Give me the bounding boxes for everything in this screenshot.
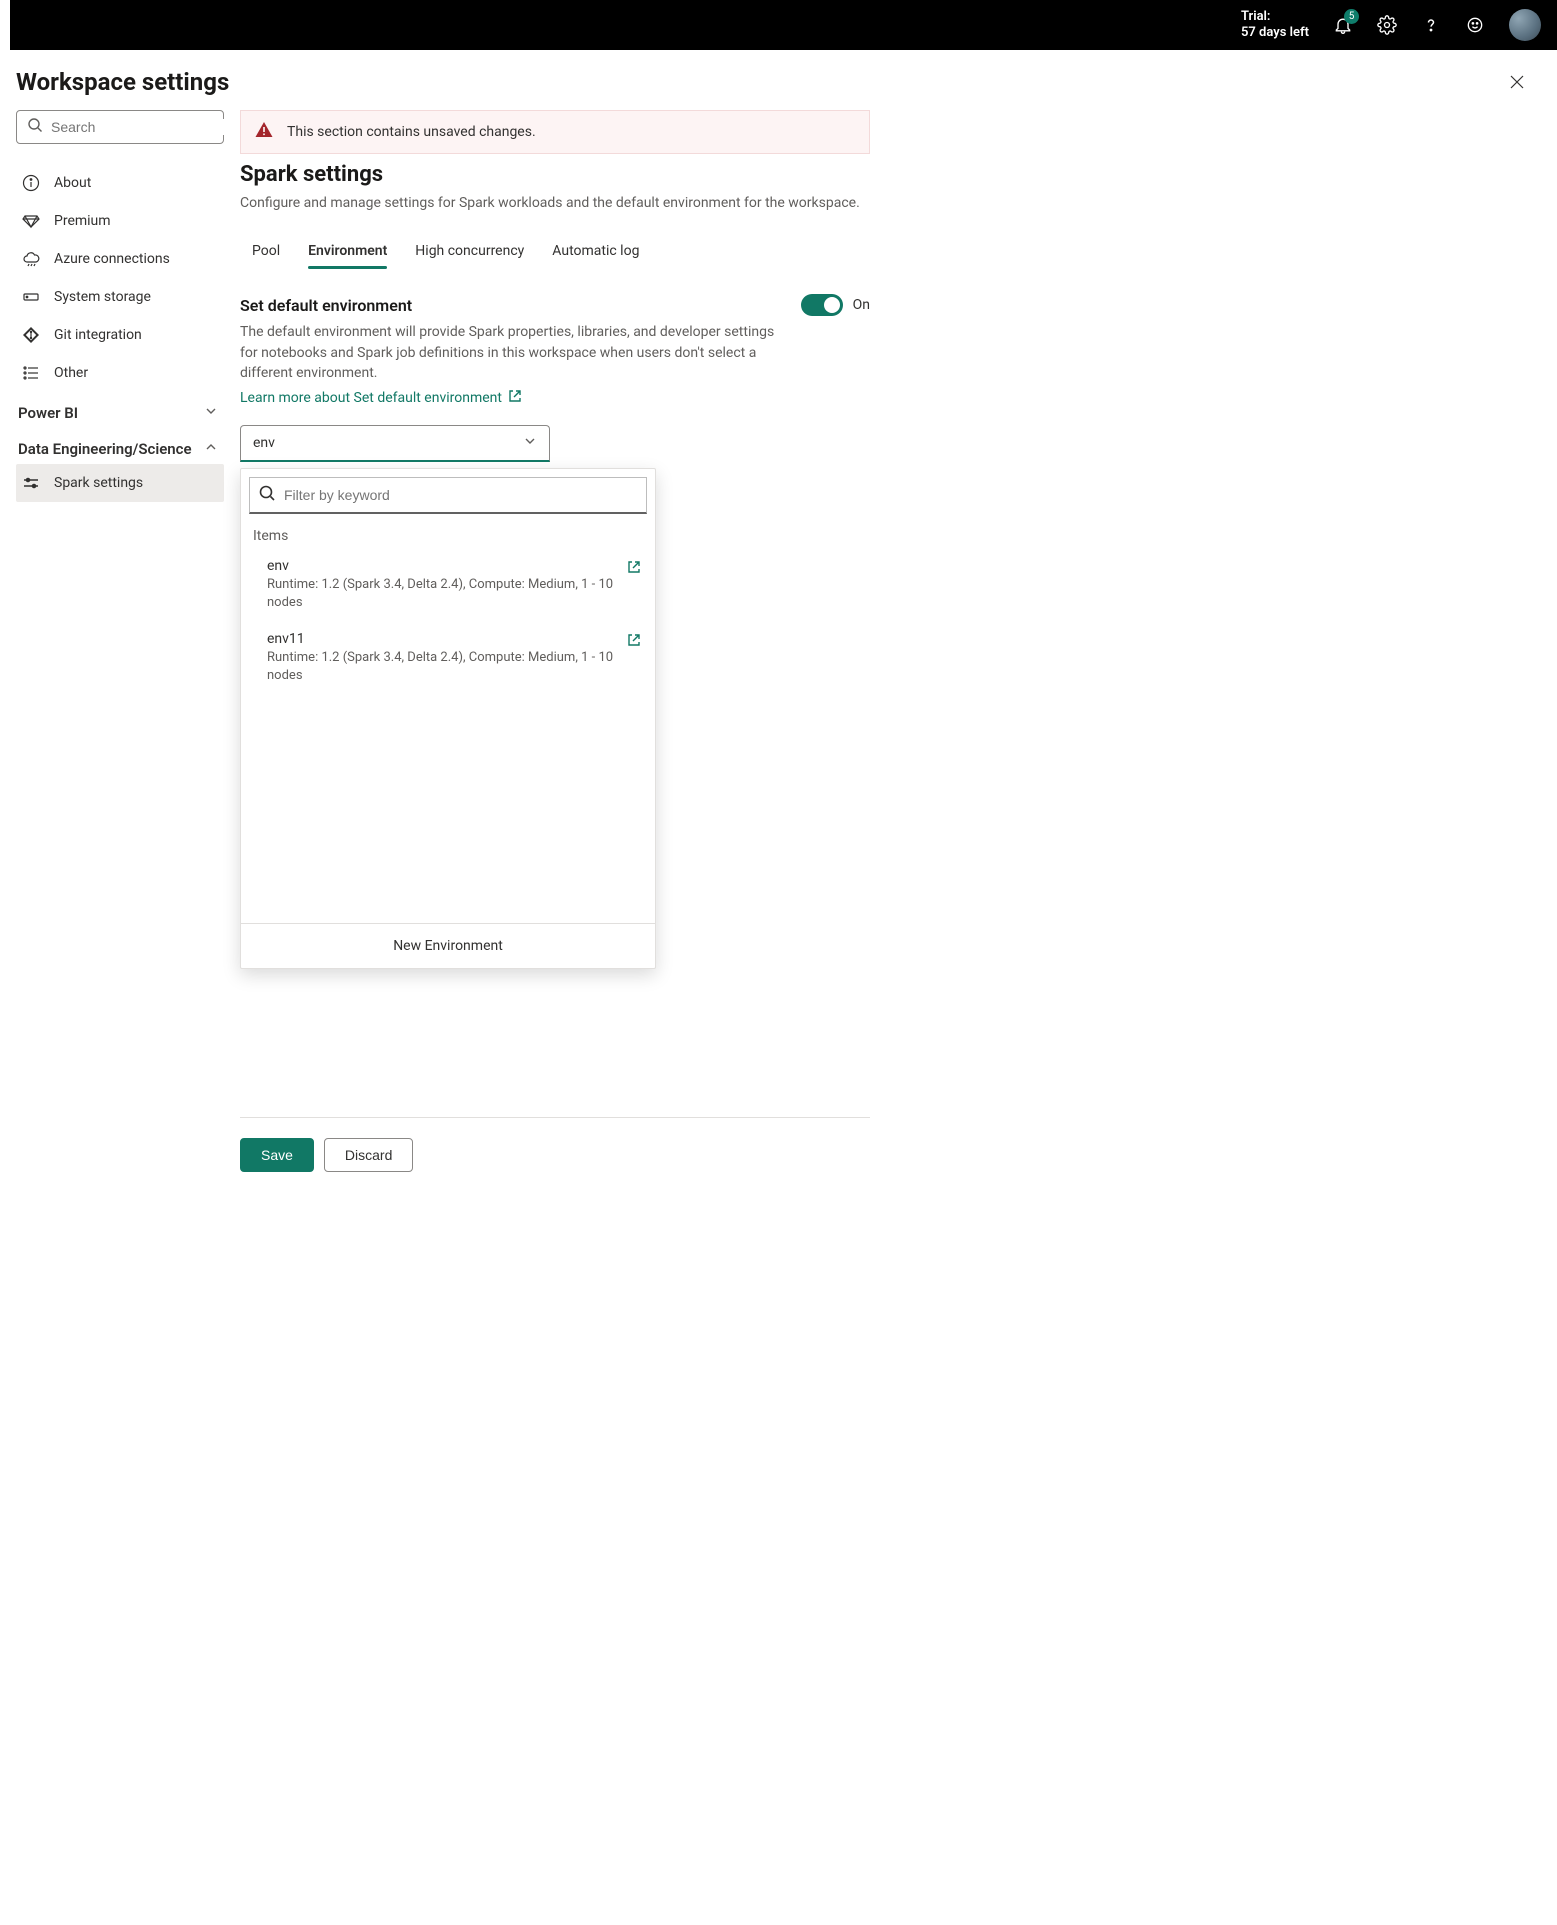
- settings-gear-icon[interactable]: [1377, 15, 1397, 35]
- tabs: Pool Environment High concurrency Automa…: [240, 235, 870, 270]
- info-icon: [22, 174, 40, 192]
- tab-pool[interactable]: Pool: [252, 235, 280, 269]
- sidebar-section-label: Power BI: [18, 404, 78, 422]
- chevron-down-icon: [204, 404, 218, 422]
- sidebar-item-label: Azure connections: [54, 251, 170, 267]
- new-environment-button[interactable]: New Environment: [241, 923, 655, 968]
- tab-environment[interactable]: Environment: [308, 235, 387, 269]
- sidebar-section-des[interactable]: Data Engineering/Science: [16, 428, 224, 464]
- alert-text: This section contains unsaved changes.: [287, 124, 536, 140]
- open-external-icon[interactable]: [627, 560, 641, 578]
- sidebar-item-label: About: [54, 175, 91, 191]
- environment-combobox[interactable]: env: [240, 425, 550, 462]
- main-content: This section contains unsaved changes. S…: [240, 110, 870, 1172]
- close-button[interactable]: [1501, 66, 1533, 98]
- sidebar-search[interactable]: [16, 110, 224, 144]
- main-subtitle: Configure and manage settings for Spark …: [240, 193, 870, 213]
- diamond-icon: [22, 212, 40, 230]
- sidebar-item-git[interactable]: Git integration: [16, 316, 224, 354]
- external-link-icon: [508, 389, 522, 407]
- environment-dropdown: Items env Runtime: 1.2 (Spark 3.4, Delta…: [240, 468, 656, 969]
- default-env-toggle[interactable]: [801, 294, 843, 316]
- section-title: Set default environment: [240, 296, 412, 315]
- user-avatar[interactable]: [1509, 9, 1541, 41]
- sidebar-item-label: Other: [54, 365, 88, 381]
- sidebar-item-premium[interactable]: Premium: [16, 202, 224, 240]
- search-icon: [27, 117, 43, 137]
- sliders-icon: [22, 474, 40, 492]
- sidebar-item-label: Spark settings: [54, 475, 143, 491]
- feedback-icon[interactable]: [1465, 15, 1485, 35]
- notifications-icon[interactable]: 5: [1333, 15, 1353, 35]
- sidebar-item-label: System storage: [54, 289, 151, 305]
- sidebar-item-label: Git integration: [54, 327, 142, 343]
- help-icon[interactable]: [1421, 15, 1441, 35]
- dropdown-item-name: env: [267, 558, 615, 574]
- dropdown-items: env Runtime: 1.2 (Spark 3.4, Delta 2.4),…: [241, 548, 655, 923]
- search-icon: [258, 484, 276, 506]
- cloud-icon: [22, 250, 40, 268]
- sidebar-item-spark-settings[interactable]: Spark settings: [16, 464, 224, 502]
- notifications-badge: 5: [1344, 9, 1359, 24]
- dropdown-item[interactable]: env Runtime: 1.2 (Spark 3.4, Delta 2.4),…: [241, 548, 655, 621]
- learn-more-text: Learn more about Set default environment: [240, 390, 502, 406]
- dropdown-item[interactable]: env11 Runtime: 1.2 (Spark 3.4, Delta 2.4…: [241, 621, 655, 694]
- sidebar-item-storage[interactable]: System storage: [16, 278, 224, 316]
- dropdown-item-detail: Runtime: 1.2 (Spark 3.4, Delta 2.4), Com…: [267, 576, 615, 611]
- sidebar-item-label: Premium: [54, 213, 111, 229]
- sidebar-item-other[interactable]: Other: [16, 354, 224, 392]
- app-launcher-stub: [0, 0, 10, 50]
- dropdown-filter[interactable]: [249, 477, 647, 514]
- main-heading: Spark settings: [240, 162, 870, 187]
- dropdown-filter-input[interactable]: [284, 487, 638, 503]
- storage-icon: [22, 288, 40, 306]
- tab-high-concurrency[interactable]: High concurrency: [415, 235, 524, 269]
- sidebar-section-label: Data Engineering/Science: [18, 440, 192, 458]
- chevron-down-icon: [523, 434, 537, 452]
- unsaved-changes-alert: This section contains unsaved changes.: [240, 110, 870, 154]
- discard-button[interactable]: Discard: [324, 1138, 413, 1172]
- learn-more-link[interactable]: Learn more about Set default environment: [240, 389, 522, 407]
- trial-label: Trial:: [1241, 9, 1309, 25]
- open-external-icon[interactable]: [627, 633, 641, 651]
- save-button[interactable]: Save: [240, 1138, 314, 1172]
- sidebar-search-input[interactable]: [51, 119, 232, 135]
- dropdown-item-detail: Runtime: 1.2 (Spark 3.4, Delta 2.4), Com…: [267, 649, 615, 684]
- section-description: The default environment will provide Spa…: [240, 322, 780, 383]
- tab-automatic-log[interactable]: Automatic log: [552, 235, 639, 269]
- git-icon: [22, 326, 40, 344]
- dropdown-items-label: Items: [241, 522, 655, 548]
- toggle-label: On: [853, 297, 870, 313]
- divider: [240, 1117, 870, 1118]
- warning-icon: [255, 121, 273, 143]
- sidebar-item-azure[interactable]: Azure connections: [16, 240, 224, 278]
- trial-status[interactable]: Trial: 57 days left: [1241, 9, 1309, 40]
- chevron-up-icon: [204, 440, 218, 458]
- dropdown-item-name: env11: [267, 631, 615, 647]
- combobox-value: env: [253, 435, 275, 451]
- trial-days: 57 days left: [1241, 25, 1309, 41]
- settings-sidebar: About Premium Azure connections System s…: [16, 110, 224, 1172]
- list-icon: [22, 364, 40, 382]
- sidebar-item-about[interactable]: About: [16, 164, 224, 202]
- page-title: Workspace settings: [16, 68, 229, 96]
- sidebar-section-powerbi[interactable]: Power BI: [16, 392, 224, 428]
- global-header: Trial: 57 days left 5: [0, 0, 1557, 50]
